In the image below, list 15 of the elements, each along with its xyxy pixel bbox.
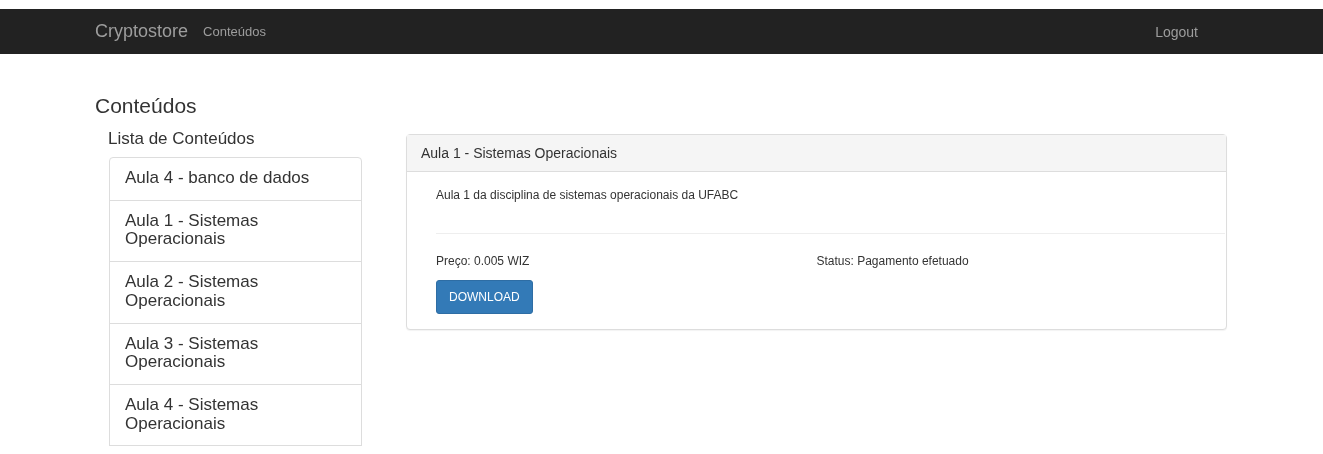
content-list-item[interactable]: Aula 2 - Sistemas Operacionais [109,261,362,324]
content-list-item[interactable]: Aula 4 - Sistemas Operacionais [109,383,362,447]
content-description: Aula 1 da disciplina de sistemas operacionais da UFABC [436,188,740,203]
content-list-item[interactable]: Aula 1 - Sistemas Operacionais [109,199,362,263]
panel-heading: Aula 1 - Sistemas Operacionais [407,135,1226,173]
page-title: Conteúdos [95,94,198,118]
content-list-item[interactable]: Aula 4 - banco de dados [109,157,362,201]
sidebar-title: Lista de Conteúdos [108,129,256,150]
download-button[interactable]: DOWNLOAD [436,280,533,315]
content-list-item[interactable]: Aula 3 - Sistemas Operacionais [109,322,362,385]
status-text: Status: Pagamento efetuado [816,254,969,269]
brand-link[interactable]: Cryptostore [80,21,204,42]
price-text: Preço: 0.005 WIZ [436,254,530,269]
logout-link[interactable]: Logout [1155,23,1213,40]
nav-link[interactable]: Conteúdos [203,24,281,39]
